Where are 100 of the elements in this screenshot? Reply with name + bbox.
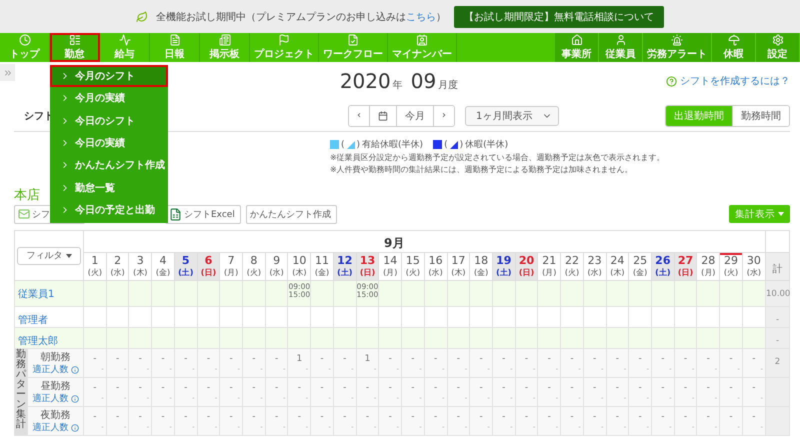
- sidebar-toggle[interactable]: [0, 64, 15, 81]
- help-link[interactable]: シフトを作成するには？: [666, 74, 790, 88]
- pattern-count: -: [138, 411, 143, 423]
- nav-icon: [68, 34, 80, 46]
- summary-button[interactable]: 集計表示: [729, 205, 790, 223]
- pattern-count: -: [274, 353, 280, 365]
- nav-item[interactable]: 事業所: [555, 33, 599, 62]
- action-button[interactable]: シフトExcel: [165, 204, 241, 224]
- pattern-count: -: [296, 411, 302, 423]
- pattern-count: -: [183, 353, 188, 365]
- nav-icon: [168, 34, 180, 46]
- pattern-count: -: [751, 411, 757, 423]
- caret-icon: [778, 212, 784, 216]
- day-header: 1 (火): [84, 252, 106, 280]
- pattern-count: -: [160, 411, 166, 423]
- required-count-link[interactable]: 適正人数: [32, 364, 68, 376]
- leaf-icon: [136, 10, 148, 22]
- nav-item[interactable]: ワークフロー: [319, 33, 388, 62]
- required-count-link[interactable]: 適正人数: [32, 422, 68, 434]
- nav-item[interactable]: 従業員: [599, 33, 643, 62]
- nav-item[interactable]: マイナンバー: [388, 33, 457, 62]
- nav-item[interactable]: 休暇: [712, 33, 756, 62]
- pattern-count: -: [728, 353, 734, 365]
- day-header: 18 (金): [470, 252, 492, 280]
- day-header: 11 (金): [310, 252, 334, 280]
- pattern-count: -: [501, 411, 506, 423]
- employee-name[interactable]: 管理者: [15, 307, 83, 327]
- filter-button[interactable]: フィルタ: [17, 246, 81, 264]
- expand-icon: [2, 68, 12, 78]
- pattern-count: -: [660, 353, 666, 365]
- pattern-count: 1: [295, 353, 304, 365]
- pattern-count: -: [614, 411, 620, 423]
- day-header: 22 (火): [560, 252, 584, 280]
- action-button[interactable]: かんたんシフト作成: [246, 204, 337, 224]
- employee-name[interactable]: 管理太郎: [15, 328, 83, 348]
- nav-item[interactable]: 日報: [150, 33, 200, 62]
- pattern-count: -: [92, 411, 98, 423]
- pattern-count: -: [410, 382, 416, 394]
- menu-item[interactable]: 今月の実績: [50, 87, 168, 110]
- caret-icon: [66, 254, 72, 258]
- pattern-count: -: [251, 382, 257, 394]
- pattern-count: -: [524, 411, 530, 423]
- day-header: 6 (日): [197, 252, 220, 280]
- info-icon: [70, 424, 78, 432]
- pattern-count: -: [342, 353, 348, 365]
- day-header: 2 (水): [106, 252, 129, 280]
- menu-item[interactable]: 勤怠一覧: [50, 176, 168, 199]
- nav-item[interactable]: 労務アラート: [643, 33, 712, 62]
- pattern-count: -: [478, 353, 484, 365]
- pattern-count: -: [92, 353, 98, 365]
- pattern-count: -: [478, 411, 484, 423]
- nav-item[interactable]: 勤怠: [50, 33, 100, 62]
- nav-item[interactable]: 掲示板: [200, 33, 250, 62]
- pattern-count: -: [660, 382, 666, 394]
- pattern-count: -: [751, 382, 757, 394]
- day-header: 7 (月): [220, 252, 243, 280]
- menu-item[interactable]: かんたんシフト作成: [50, 154, 168, 176]
- pattern-name: 夜勤務: [40, 408, 72, 422]
- required-count-link[interactable]: 適正人数: [32, 393, 68, 405]
- pattern-count: -: [660, 411, 666, 423]
- view-toggle[interactable]: 出退勤時間: [666, 106, 733, 126]
- nav-item[interactable]: プロジェクト: [250, 33, 319, 62]
- pattern-count: -: [138, 353, 143, 365]
- mail-icon: [18, 208, 30, 220]
- legend-label: 有給休暇(半休): [362, 138, 424, 151]
- pattern-count: -: [433, 411, 438, 423]
- pattern-count: -: [478, 382, 484, 394]
- pattern-count: -: [728, 411, 734, 423]
- day-header: 8 (火): [242, 252, 266, 280]
- nav-icon: [614, 34, 626, 46]
- pattern-count: -: [319, 382, 325, 394]
- pattern-count: -: [342, 382, 348, 394]
- pattern-count: -: [728, 382, 734, 394]
- day-header: 27 (日): [674, 252, 697, 280]
- day-header: 20 (日): [515, 252, 538, 280]
- info-icon: [70, 395, 78, 403]
- apply-link[interactable]: こちら: [406, 12, 436, 22]
- calendar-icon: [378, 110, 388, 120]
- half-day-icon: [450, 140, 458, 148]
- phone-consultation-button[interactable]: 【お試し期間限定】無料電話相談について: [454, 6, 664, 28]
- pattern-count: -: [183, 411, 188, 423]
- nav-item[interactable]: 給与: [100, 33, 150, 62]
- pattern-count: -: [410, 411, 416, 423]
- pattern-count: -: [546, 353, 552, 365]
- pattern-count: -: [296, 382, 302, 394]
- pattern-count: -: [751, 353, 757, 365]
- total-cell-text: -: [774, 314, 780, 325]
- nav-item[interactable]: 設定: [756, 33, 800, 62]
- day-header: 16 (水): [424, 252, 447, 280]
- range-select[interactable]: 1ヶ月間表示: [465, 106, 560, 126]
- menu-item[interactable]: 今月のシフト: [50, 65, 168, 88]
- menu-item[interactable]: 今日の実績: [50, 132, 168, 154]
- menu-item[interactable]: 今日のシフト: [50, 110, 168, 132]
- pattern-count: -: [388, 411, 393, 423]
- pattern-count: -: [364, 411, 370, 423]
- pattern-count: -: [682, 382, 688, 394]
- pattern-name: 昼勤務: [40, 380, 72, 393]
- pattern-count: -: [501, 353, 506, 365]
- prev-button[interactable]: ‹: [349, 106, 370, 126]
- day-header: 9 (水): [265, 252, 288, 280]
